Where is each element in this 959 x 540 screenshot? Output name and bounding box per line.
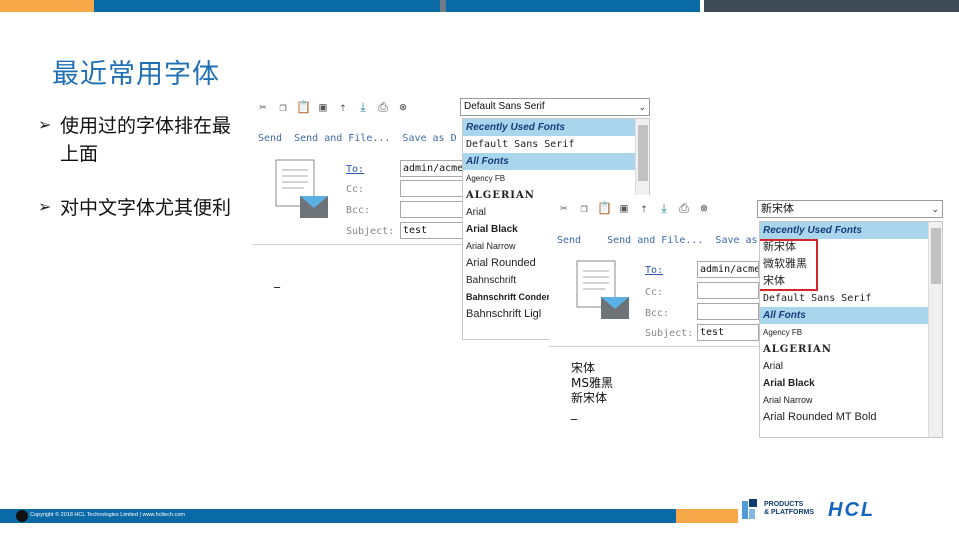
paste-special-icon[interactable]: ▣ xyxy=(617,201,631,215)
all-fonts-header: All Fonts xyxy=(760,307,942,324)
mail-actions: Send Send and File... Save as D xyxy=(258,133,469,144)
send-and-file-button[interactable]: Send and File... xyxy=(294,133,390,144)
body-cursor[interactable]: _ xyxy=(274,274,280,289)
font-select-value: Default Sans Serif xyxy=(464,101,545,112)
chevron-down-icon: ⌄ xyxy=(638,102,646,112)
body-cursor: _ xyxy=(571,406,577,420)
bullet-list: ➢ 使用过的字体排在最上面 ➢ 对中文字体尤其便利 xyxy=(38,112,248,248)
chevron-down-icon: ⌄ xyxy=(931,204,939,214)
screenshot-recent-fonts: ✂ ❐ 📋 ▣ ⇡ ⤓ ⎙ ⊗ 新宋体 ⌄ Send Send and File… xyxy=(549,195,943,438)
arrow-bullet-icon: ➢ xyxy=(38,115,52,134)
send-button[interactable]: Send xyxy=(258,133,282,144)
slide-title: 最近常用字体 xyxy=(52,59,220,90)
copy-icon[interactable]: ❐ xyxy=(577,201,591,215)
save-as-draft-button[interactable]: Save as D xyxy=(402,133,456,144)
topbar-segment-blue-2 xyxy=(446,0,700,12)
scrollbar-thumb[interactable] xyxy=(638,125,648,181)
insert-icon[interactable]: ⇡ xyxy=(336,100,350,114)
topbar-segment-blue xyxy=(94,0,440,12)
editor-toolbar: ✂ ❐ 📋 ▣ ⇡ ⤓ ⎙ ⊗ xyxy=(256,100,410,114)
paste-icon[interactable]: 📋 xyxy=(296,100,311,114)
font-option-default-sans-serif[interactable]: Default Sans Serif xyxy=(463,136,649,153)
bullet-item: ➢ 对中文字体尤其便利 xyxy=(38,194,248,222)
to-field[interactable]: admin/acme xyxy=(697,261,759,278)
cut-icon[interactable]: ✂ xyxy=(557,201,571,215)
all-fonts-header: All Fonts xyxy=(463,153,649,170)
recent-fonts-header: Recently Used Fonts xyxy=(760,222,942,239)
mail-envelope-icon xyxy=(576,260,629,319)
font-option-arial-narrow[interactable]: Arial Narrow xyxy=(760,392,942,409)
cc-label: Cc: xyxy=(346,184,365,195)
body-line: 宋体 xyxy=(571,361,596,375)
insert-icon[interactable]: ⇡ xyxy=(637,201,651,215)
cc-field[interactable] xyxy=(697,282,759,299)
paste-icon[interactable]: 📋 xyxy=(597,201,612,215)
subject-label: Subject: xyxy=(645,328,694,339)
dropdown-scrollbar[interactable] xyxy=(928,222,942,437)
close-icon[interactable]: ⊗ xyxy=(697,201,711,215)
message-body[interactable]: 宋体 MS雅黑 新宋体 _ xyxy=(571,361,613,421)
cut-icon[interactable]: ✂ xyxy=(256,100,270,114)
send-button[interactable]: Send xyxy=(557,235,581,246)
bcc-label: Bcc: xyxy=(645,308,670,319)
font-option-arial[interactable]: Arial xyxy=(760,358,942,375)
products-platforms-logo: PRODUCTS & PLATFORMS xyxy=(740,497,814,521)
body-divider xyxy=(549,346,759,347)
cc-label: Cc: xyxy=(645,287,664,298)
font-option-arial-black[interactable]: Arial Black xyxy=(760,375,942,392)
topbar-segment-dark xyxy=(704,0,959,12)
cc-field[interactable] xyxy=(400,180,470,197)
products-platforms-text: PRODUCTS & PLATFORMS xyxy=(764,501,814,517)
bcc-field[interactable] xyxy=(697,303,759,320)
font-dropdown: Recently Used Fonts 新宋体 微软雅黑 宋体 Default … xyxy=(759,221,943,438)
to-field[interactable]: admin/acme xyxy=(400,160,470,177)
recent-fonts-highlight-box xyxy=(760,239,818,291)
products-platforms-mark-icon xyxy=(742,499,757,519)
font-option-agency-fb[interactable]: Agency FB xyxy=(463,170,649,187)
logo-line: PRODUCTS xyxy=(764,501,804,508)
bcc-field[interactable] xyxy=(400,201,470,218)
download-icon[interactable]: ⤓ xyxy=(657,201,671,215)
font-option-agency-fb[interactable]: Agency FB xyxy=(760,324,942,341)
to-label[interactable]: To: xyxy=(645,265,663,276)
recent-fonts-header: Recently Used Fonts xyxy=(463,119,649,136)
mail-envelope-icon xyxy=(275,159,328,218)
font-option-algerian[interactable]: ALGERIAN xyxy=(760,341,942,358)
bullet-item: ➢ 使用过的字体排在最上面 xyxy=(38,112,248,168)
subject-field[interactable]: test xyxy=(697,324,759,341)
body-line: MS雅黑 xyxy=(571,376,613,390)
bullet-text: 使用过的字体排在最上面 xyxy=(60,115,232,165)
arrow-bullet-icon: ➢ xyxy=(38,197,52,216)
save-as-draft-button[interactable]: Save as xyxy=(715,235,757,246)
font-select[interactable]: Default Sans Serif ⌄ xyxy=(460,98,650,116)
send-and-file-button[interactable]: Send and File... xyxy=(607,235,703,246)
footer-bar-orange xyxy=(676,509,738,523)
bullet-text: 对中文字体尤其便利 xyxy=(60,197,232,219)
bcc-label: Bcc: xyxy=(346,205,371,216)
body-line: 新宋体 xyxy=(571,391,608,405)
subject-label: Subject: xyxy=(346,226,395,237)
close-icon[interactable]: ⊗ xyxy=(396,100,410,114)
font-option-arial-rounded-mt-bold[interactable]: Arial Rounded MT Bold xyxy=(760,409,942,426)
print-icon[interactable]: ⎙ xyxy=(677,201,691,215)
editor-toolbar: ✂ ❐ 📋 ▣ ⇡ ⤓ ⎙ ⊗ xyxy=(557,201,711,215)
footer-dot-icon xyxy=(16,510,28,522)
font-select-value: 新宋体 xyxy=(761,203,794,215)
top-color-bar xyxy=(0,0,959,12)
print-icon[interactable]: ⎙ xyxy=(376,100,390,114)
subject-field[interactable]: test xyxy=(400,222,470,239)
download-icon[interactable]: ⤓ xyxy=(356,100,370,114)
scrollbar-thumb[interactable] xyxy=(931,228,941,284)
to-label[interactable]: To: xyxy=(346,164,364,175)
copy-icon[interactable]: ❐ xyxy=(276,100,290,114)
paste-special-icon[interactable]: ▣ xyxy=(316,100,330,114)
copyright-text: Copyright © 2018 HCL Technologies Limite… xyxy=(30,512,185,518)
topbar-segment-orange xyxy=(0,0,94,12)
logo-line: & PLATFORMS xyxy=(764,509,815,516)
hcl-logo: HCL xyxy=(828,499,876,521)
mail-actions: Send Send and File... Save as xyxy=(557,235,770,246)
font-select[interactable]: 新宋体 ⌄ xyxy=(757,200,943,218)
font-option-default-sans-serif[interactable]: Default Sans Serif xyxy=(760,290,942,307)
